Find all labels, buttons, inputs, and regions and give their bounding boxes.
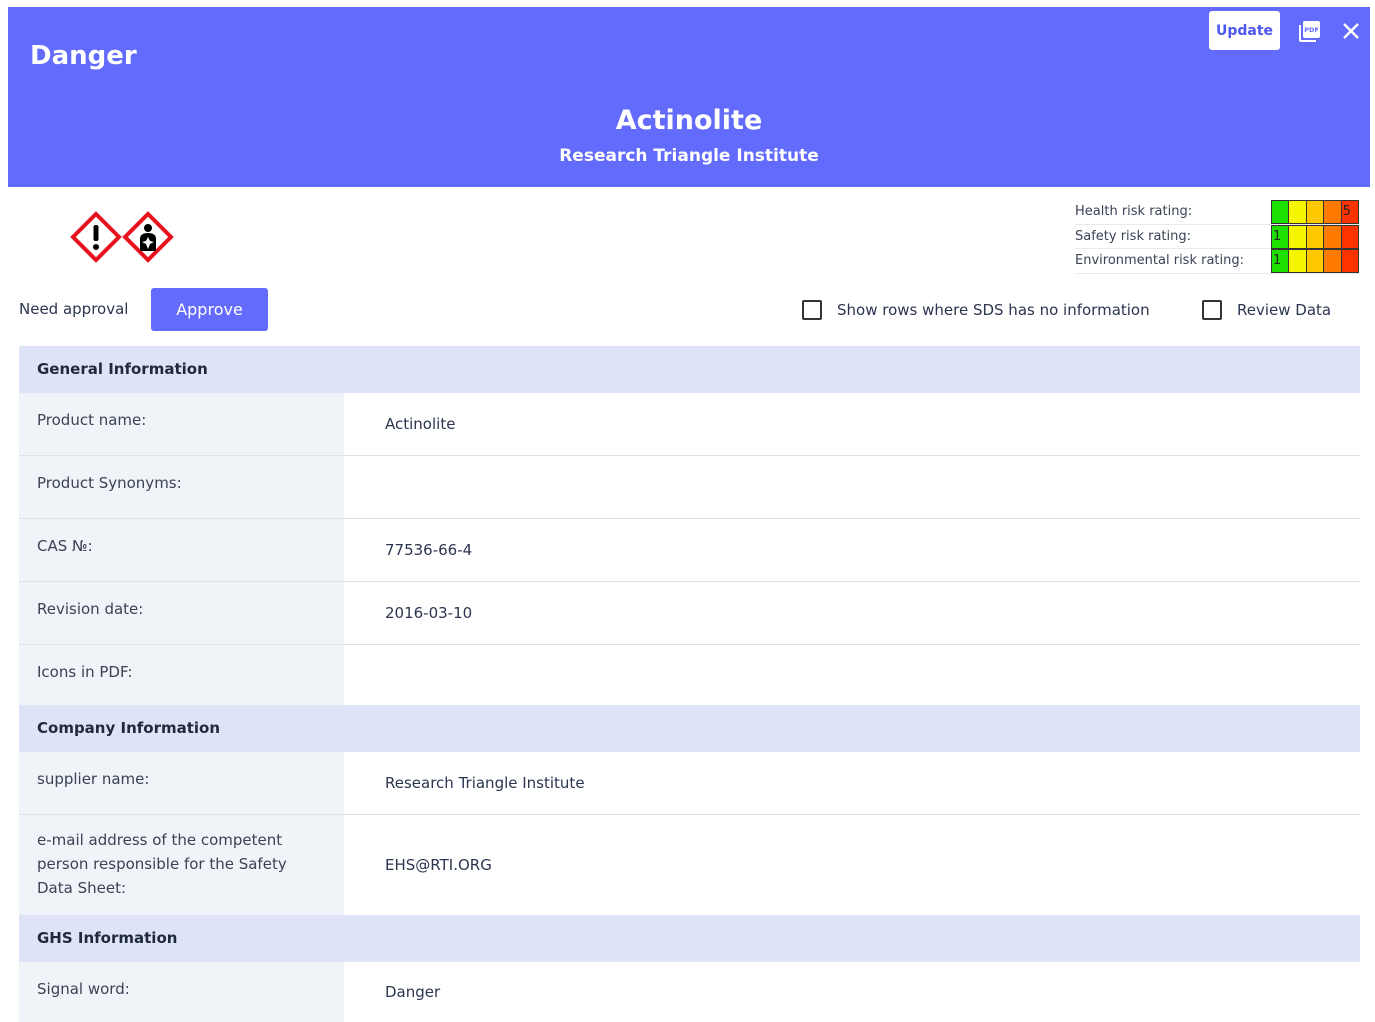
close-icon[interactable]	[1340, 20, 1362, 42]
safety-risk-row: Safety risk rating: 1	[1075, 224, 1361, 249]
environmental-risk-row: Environmental risk rating: 1	[1075, 249, 1361, 274]
risk-scale-cell	[1306, 250, 1325, 272]
health-risk-scale: 5	[1271, 200, 1359, 224]
signal-word-heading: Danger	[30, 41, 137, 71]
safety-risk-label: Safety risk rating:	[1075, 228, 1191, 244]
risk-scale-cell	[1324, 201, 1342, 223]
risk-scale-cell: 5	[1341, 201, 1359, 223]
exclamation-mark-icon	[70, 211, 122, 263]
risk-scale-cell	[1306, 201, 1325, 223]
health-risk-row: Health risk rating: 5	[1075, 200, 1361, 225]
risk-scale-cell	[1324, 225, 1342, 248]
row-value: Actinolite	[385, 415, 456, 433]
health-risk-label: Health risk rating:	[1075, 204, 1193, 219]
risk-scale-cell	[1289, 250, 1307, 272]
show-empty-rows-label: Show rows where SDS has no information	[837, 301, 1150, 319]
row-value: EHS@RTI.ORG	[385, 856, 492, 874]
product-title: Actinolite	[615, 105, 763, 136]
row-key: CAS №:	[19, 519, 344, 581]
review-data-checkbox[interactable]: Review Data	[1202, 300, 1331, 320]
table-row: e-mail address of the competent person r…	[19, 815, 1360, 915]
environmental-risk-label: Environmental risk rating:	[1075, 253, 1244, 268]
risk-scale-cell	[1306, 225, 1325, 248]
table-row: Revision date: 2016-03-10	[19, 582, 1360, 645]
checkbox-box[interactable]	[802, 300, 822, 320]
ghs-pictograms	[70, 211, 174, 263]
table-row: Product name: Actinolite	[19, 393, 1360, 456]
safety-risk-scale: 1	[1271, 224, 1359, 249]
sds-table: General Information Product name: Actino…	[19, 346, 1360, 1022]
row-key: e-mail address of the competent person r…	[19, 815, 344, 915]
row-key: Signal word:	[19, 962, 344, 1022]
section-ghs-information: GHS Information	[19, 915, 1360, 962]
section-company-information: Company Information	[19, 705, 1360, 752]
row-value: Danger	[385, 983, 441, 1001]
risk-scale-cell	[1289, 201, 1307, 223]
risk-scale-cell: 1	[1272, 250, 1290, 272]
checkbox-box[interactable]	[1202, 300, 1222, 320]
review-data-label: Review Data	[1237, 301, 1332, 319]
table-row: Icons in PDF:	[19, 645, 1360, 705]
row-value: 77536-66-4	[385, 541, 473, 559]
risk-scale-cell	[1341, 225, 1359, 248]
health-hazard-icon	[122, 211, 174, 263]
risk-scale-cell	[1289, 225, 1307, 248]
row-key: Product name:	[19, 393, 344, 455]
environmental-risk-scale: 1	[1271, 249, 1359, 273]
pdf-icon[interactable]: PDF	[1298, 19, 1322, 43]
risk-scale-cell	[1341, 250, 1359, 272]
section-general-information: General Information	[19, 346, 1360, 393]
svg-text:PDF: PDF	[1304, 26, 1319, 34]
row-key: Revision date:	[19, 582, 344, 644]
table-row: Signal word: Danger	[19, 962, 1360, 1022]
risk-scale-cell	[1272, 201, 1290, 223]
supplier-subtitle: Research Triangle Institute	[559, 146, 819, 166]
need-approval-label: Need approval	[19, 300, 129, 318]
row-value: 2016-03-10	[385, 604, 473, 622]
risk-scale-cell	[1324, 250, 1342, 272]
show-empty-rows-checkbox[interactable]: Show rows where SDS has no information	[802, 300, 1150, 320]
row-value	[344, 456, 1360, 518]
sds-header: Danger Actinolite Research Triangle Inst…	[8, 7, 1370, 187]
risk-ratings: Health risk rating: 5 Safety risk rating…	[1075, 200, 1361, 274]
approve-button[interactable]: Approve	[151, 288, 268, 331]
table-row: supplier name: Research Triangle Institu…	[19, 752, 1360, 815]
row-value: Research Triangle Institute	[385, 774, 585, 792]
row-key: supplier name:	[19, 752, 344, 814]
update-button[interactable]: Update	[1209, 11, 1280, 50]
table-row: Product Synonyms:	[19, 456, 1360, 519]
table-row: CAS №: 77536-66-4	[19, 519, 1360, 582]
row-value	[344, 645, 1360, 705]
row-key: Icons in PDF:	[19, 645, 344, 705]
row-key: Product Synonyms:	[19, 456, 344, 518]
risk-scale-cell: 1	[1272, 225, 1290, 248]
